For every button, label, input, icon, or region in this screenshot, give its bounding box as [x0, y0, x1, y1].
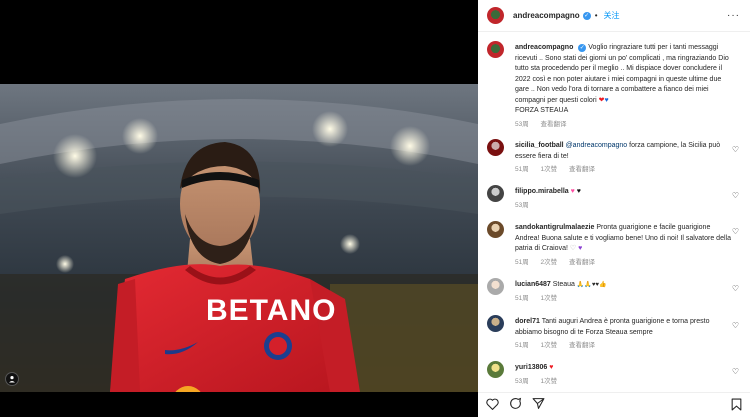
comment-time: 53周: [515, 377, 529, 385]
author-avatar[interactable]: [487, 41, 504, 58]
comment-text: Tanti auguri Andrea è pronta guarigione …: [515, 318, 710, 336]
like-comment-heart-icon[interactable]: ♡: [732, 227, 739, 236]
comment-likes[interactable]: 1次赞: [541, 342, 558, 349]
comment-likes[interactable]: 2次赞: [541, 259, 558, 266]
author-username[interactable]: andreacompagno: [513, 11, 580, 20]
commenter-avatar[interactable]: [487, 278, 504, 295]
follow-button[interactable]: 关注: [604, 10, 620, 21]
comments-list[interactable]: andreacompagno ✓ Voglio ringraziare tutt…: [478, 33, 750, 388]
comment-time: 51周: [515, 294, 529, 302]
see-translation-link[interactable]: 查看翻译: [569, 259, 595, 266]
post-photo[interactable]: BETANO: [0, 84, 478, 392]
comment-likes[interactable]: 1次赞: [541, 166, 558, 173]
comment-text: Steaua: [552, 281, 575, 288]
commenter-avatar[interactable]: [487, 221, 504, 238]
red-heart-emoji: ♥: [549, 364, 554, 371]
comment-time: 51周: [515, 342, 529, 349]
caption-time: 53周: [515, 120, 529, 128]
verified-badge-icon: ✓: [582, 11, 591, 20]
comment-time: 51周: [515, 166, 529, 173]
pink-heart-emoji: ♥: [570, 188, 575, 195]
see-translation-link[interactable]: 查看翻译: [569, 342, 595, 349]
like-comment-heart-icon[interactable]: ♡: [732, 191, 739, 200]
caption-text: Voglio ringraziare tutti per i tanti mes…: [515, 44, 729, 104]
comment-username[interactable]: yuri13806: [515, 364, 547, 371]
like-comment-heart-icon[interactable]: ♡: [732, 284, 739, 293]
caption-meta: 53周 查看翻译: [515, 120, 731, 131]
emoji-sequence: 🙏🙏♥♥👍: [576, 282, 607, 288]
separator-dot: •: [594, 11, 598, 20]
post-modal: BETANO andreacompagno ✓ • 关注 ··· andreac…: [0, 0, 750, 417]
black-heart-emoji: ♥: [576, 188, 581, 195]
white-heart-emoji: ♡: [569, 245, 577, 252]
heart-icon[interactable]: [486, 398, 499, 413]
comment-likes[interactable]: 1次赞: [541, 295, 558, 302]
like-comment-heart-icon[interactable]: ♡: [732, 321, 739, 330]
comment-username[interactable]: sandokantigrulmalaezie: [515, 224, 594, 231]
see-translation-link[interactable]: 查看翻译: [569, 166, 595, 173]
commenter-avatar[interactable]: [487, 139, 504, 156]
more-options-icon[interactable]: ···: [727, 10, 740, 21]
user-tag-icon[interactable]: [5, 372, 19, 386]
purple-heart-emoji: ♥: [578, 245, 583, 252]
comment-username[interactable]: sicilia_football: [515, 142, 564, 149]
blue-heart-emoji: ♥: [604, 96, 609, 104]
comment-username[interactable]: dorel71: [515, 318, 540, 325]
player-illustration: [0, 99, 478, 392]
verified-badge-icon: ✓: [578, 44, 587, 52]
commenter-avatar[interactable]: [487, 315, 504, 332]
like-comment-heart-icon[interactable]: ♡: [732, 145, 739, 154]
comment-likes[interactable]: 1次赞: [541, 378, 558, 385]
like-comment-heart-icon[interactable]: ♡: [732, 367, 739, 376]
caption-username[interactable]: andreacompagno: [515, 44, 573, 51]
commenter-avatar[interactable]: [487, 185, 504, 202]
post-details-panel: andreacompagno ✓ • 关注 ··· andreacompagno…: [478, 0, 750, 417]
caption-tail: FORZA STEAUA: [515, 107, 569, 114]
comment-icon[interactable]: [509, 397, 522, 413]
comment-username[interactable]: filippo.mirabella: [515, 188, 569, 195]
post-action-bar: [478, 392, 750, 417]
comment-mention[interactable]: @andreacompagno: [566, 142, 628, 149]
jersey-sponsor: BETANO: [206, 294, 337, 327]
commenter-avatar[interactable]: [487, 361, 504, 378]
see-translation-link[interactable]: 查看翻译: [541, 121, 567, 128]
comment-username[interactable]: lucian6487: [515, 281, 551, 288]
bookmark-icon[interactable]: [731, 398, 742, 414]
comment-time: 53周: [515, 201, 529, 209]
share-icon[interactable]: [532, 397, 545, 413]
post-header: andreacompagno ✓ • 关注 ···: [478, 0, 750, 32]
author-avatar[interactable]: [487, 7, 504, 24]
comment-time: 51周: [515, 258, 529, 266]
